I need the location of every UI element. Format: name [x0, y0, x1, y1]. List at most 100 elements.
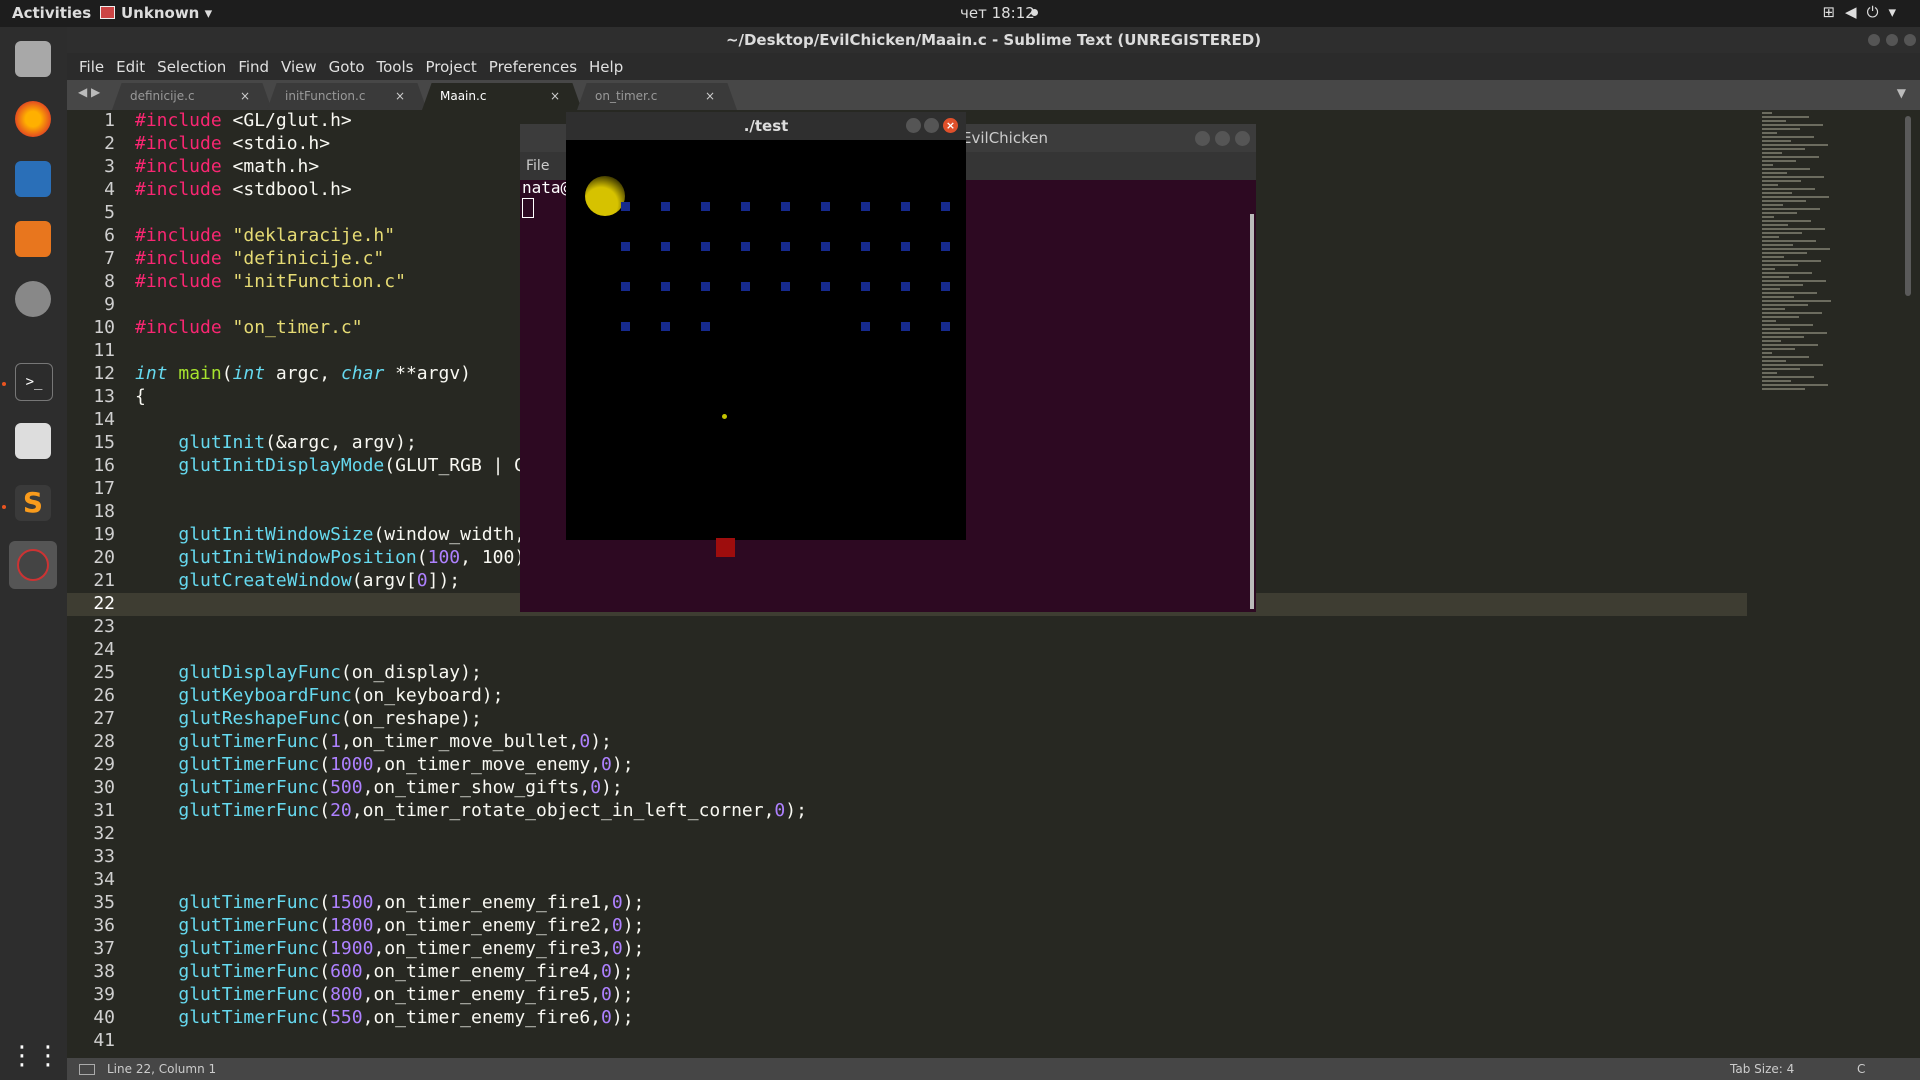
tab-definicije[interactable]: definicije.c × — [112, 83, 272, 110]
window-titlebar[interactable]: ~/Desktop/EvilChicken/Maain.c - Sublime … — [67, 27, 1920, 53]
line-number: 5 — [104, 202, 115, 223]
maximize-icon[interactable] — [1886, 34, 1898, 46]
tab-initfunction[interactable]: initFunction.c × — [267, 83, 427, 110]
minimap-line — [1762, 288, 1780, 290]
tab-close-icon[interactable]: × — [240, 83, 250, 110]
tab-nav-arrows-icon[interactable]: ◀ ▶ — [78, 85, 100, 99]
game-canvas[interactable] — [566, 140, 966, 557]
code-line[interactable]: glutTimerFunc(20,on_timer_rotate_object_… — [135, 800, 807, 821]
game-window[interactable]: ./test × — [566, 112, 966, 557]
dock-settings[interactable] — [9, 275, 57, 323]
minimap-line — [1762, 380, 1791, 382]
menu-tools[interactable]: Tools — [377, 58, 414, 76]
close-icon[interactable]: × — [943, 118, 958, 133]
dock-writer[interactable] — [9, 155, 57, 203]
code-line[interactable]: glutTimerFunc(500,on_timer_show_gifts,0)… — [135, 777, 622, 798]
code-line[interactable]: glutInitWindowPosition(100, 100); — [135, 547, 536, 568]
code-line[interactable]: #include <stdio.h> — [135, 133, 330, 154]
minimap[interactable] — [1762, 110, 1862, 470]
tab-size[interactable]: Tab Size: 4 — [1730, 1058, 1794, 1080]
code-line[interactable]: #include "deklaracije.h" — [135, 225, 395, 246]
minimap-line — [1762, 192, 1792, 194]
code-line[interactable]: glutTimerFunc(550,on_timer_enemy_fire6,0… — [135, 1007, 633, 1028]
volume-icon: ◀ — [1845, 3, 1867, 21]
menu-file[interactable]: File — [79, 58, 104, 76]
menu-project[interactable]: Project — [425, 58, 476, 76]
menu-bar: File Edit Selection Find View Goto Tools Projec… — [67, 53, 1920, 80]
system-tray[interactable]: ⊞◀⏻▾ — [1822, 3, 1906, 21]
notification-dot-icon — [1031, 9, 1038, 16]
code-line[interactable]: { — [135, 386, 146, 407]
menu-goto[interactable]: Goto — [329, 58, 365, 76]
minimap-line — [1762, 256, 1784, 258]
game-titlebar[interactable]: ./test × — [566, 112, 966, 140]
terminal-menu-file[interactable]: File — [526, 152, 549, 180]
code-line[interactable]: #include "initFunction.c" — [135, 271, 406, 292]
dock-firefox[interactable] — [9, 95, 57, 143]
minimize-icon[interactable] — [1195, 131, 1210, 146]
minimize-icon[interactable] — [1868, 34, 1880, 46]
minimap-line — [1762, 388, 1805, 390]
dock-files[interactable] — [9, 35, 57, 83]
code-line[interactable]: glutTimerFunc(600,on_timer_enemy_fire4,0… — [135, 961, 633, 982]
tab-close-icon[interactable]: × — [550, 83, 560, 110]
close-icon[interactable] — [1904, 34, 1916, 46]
code-line[interactable]: glutKeyboardFunc(on_keyboard); — [135, 685, 503, 706]
code-line[interactable]: #include <stdbool.h> — [135, 179, 352, 200]
close-icon[interactable] — [1235, 131, 1250, 146]
code-line[interactable]: glutTimerFunc(1500,on_timer_enemy_fire1,… — [135, 892, 644, 913]
maximize-icon[interactable] — [924, 118, 939, 133]
code-line[interactable]: glutTimerFunc(1900,on_timer_enemy_fire3,… — [135, 938, 644, 959]
tab-close-icon[interactable]: × — [395, 83, 405, 110]
code-line[interactable]: #include "on_timer.c" — [135, 317, 363, 338]
minimap-line — [1762, 156, 1819, 158]
menu-find[interactable]: Find — [238, 58, 269, 76]
code-line[interactable]: #include <math.h> — [135, 156, 319, 177]
maximize-icon[interactable] — [1215, 131, 1230, 146]
syntax-mode[interactable]: C — [1857, 1058, 1865, 1080]
editor-scrollbar[interactable] — [1905, 116, 1911, 296]
line-number: 31 — [93, 800, 115, 821]
clock[interactable]: чет 18:12 — [960, 4, 1035, 22]
enemy-block — [901, 242, 910, 251]
menu-edit[interactable]: Edit — [116, 58, 145, 76]
dock-test-app[interactable] — [9, 541, 57, 589]
code-line[interactable]: int main(int argc, char **argv) — [135, 363, 471, 384]
dock-terminal[interactable]: >_ — [9, 357, 57, 405]
menu-selection[interactable]: Selection — [157, 58, 226, 76]
tab-close-icon[interactable]: × — [705, 83, 715, 110]
minimap-line — [1762, 248, 1830, 250]
line-number: 40 — [93, 1007, 115, 1028]
code-line[interactable]: glutTimerFunc(1800,on_timer_enemy_fire2,… — [135, 915, 644, 936]
code-line[interactable]: glutTimerFunc(800,on_timer_enemy_fire5,0… — [135, 984, 633, 1005]
terminal-scrollbar[interactable] — [1250, 214, 1254, 609]
activities-button[interactable]: Activities — [12, 4, 91, 22]
minimap-line — [1762, 132, 1777, 134]
code-line[interactable]: glutReshapeFunc(on_reshape); — [135, 708, 481, 729]
menu-view[interactable]: View — [281, 58, 317, 76]
minimize-icon[interactable] — [906, 118, 921, 133]
code-line[interactable]: #include "definicije.c" — [135, 248, 384, 269]
minimap-line — [1762, 112, 1772, 114]
code-line[interactable]: glutTimerFunc(1,on_timer_move_bullet,0); — [135, 731, 612, 752]
line-number: 38 — [93, 961, 115, 982]
code-line[interactable]: glutDisplayFunc(on_display); — [135, 662, 481, 683]
code-line[interactable]: glutCreateWindow(argv[0]); — [135, 570, 460, 591]
show-applications-icon[interactable]: ⋮⋮⋮ — [9, 1032, 87, 1080]
minimap-line — [1762, 140, 1791, 142]
code-line[interactable]: #include <GL/glut.h> — [135, 110, 352, 131]
tab-list-dropdown-icon[interactable]: ▼ — [1897, 86, 1906, 100]
menu-help[interactable]: Help — [589, 58, 623, 76]
minimap-line — [1762, 220, 1811, 222]
app-menu[interactable]: Unknown ▾ — [100, 4, 212, 22]
code-line[interactable]: glutTimerFunc(1000,on_timer_move_enemy,0… — [135, 754, 633, 775]
dock-sublime[interactable]: S — [9, 479, 57, 527]
dock-editor[interactable] — [9, 417, 57, 465]
tab-label: definicije.c — [130, 89, 195, 103]
tab-on-timer[interactable]: on_timer.c × — [577, 83, 737, 110]
menu-preferences[interactable]: Preferences — [489, 58, 577, 76]
panel-toggle-icon[interactable] — [79, 1064, 95, 1075]
dock-software[interactable] — [9, 215, 57, 263]
code-line[interactable]: glutInit(&argc, argv); — [135, 432, 416, 453]
tab-maain[interactable]: Maain.c × — [422, 83, 582, 110]
